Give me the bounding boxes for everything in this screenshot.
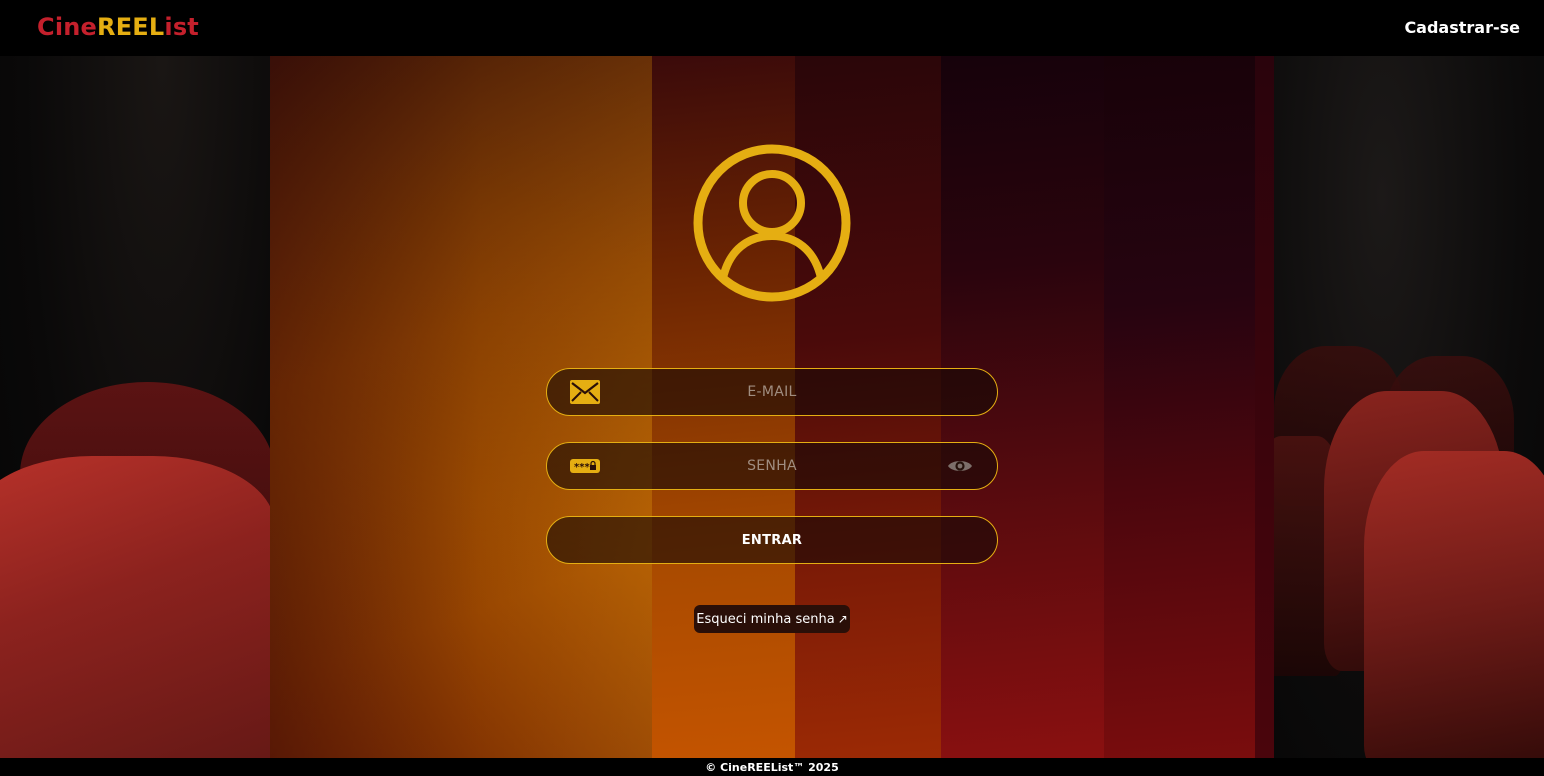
email-input[interactable]	[547, 369, 997, 415]
top-navbar: CineREEList Cadastrar-se	[0, 0, 1544, 56]
user-circle-icon	[693, 144, 851, 302]
footer: © CineREEList™ 2025	[0, 758, 1544, 776]
copyright-text: © CineREEList™ 2025	[705, 761, 839, 774]
logo-text-cine: Cine	[37, 13, 98, 41]
svg-text:***: ***	[574, 462, 590, 473]
signup-link[interactable]: Cadastrar-se	[1404, 18, 1520, 37]
seat-front-left	[0, 456, 275, 758]
logo-text-reel: REEL	[97, 13, 165, 41]
external-arrow-icon: ↗	[837, 612, 848, 626]
password-keys-icon: ***	[570, 459, 600, 473]
login-stage: *** ENTRAR Esqueci minha senha ↗	[0, 56, 1544, 758]
seat-row-front-right	[1364, 451, 1544, 758]
email-field-container	[546, 368, 998, 416]
theater-seats-right-background	[1254, 56, 1544, 758]
forgot-password-link[interactable]: Esqueci minha senha ↗	[694, 605, 850, 633]
eye-icon[interactable]	[947, 458, 973, 474]
site-logo[interactable]: CineREEList	[37, 13, 199, 41]
forgot-password-label: Esqueci minha senha	[696, 611, 835, 627]
curtain-band-6	[1255, 56, 1274, 758]
envelope-icon	[570, 380, 600, 404]
theater-seats-left-background	[0, 56, 275, 758]
login-button[interactable]: ENTRAR	[546, 516, 998, 564]
password-field-container: ***	[546, 442, 998, 490]
password-input[interactable]	[547, 443, 997, 489]
curtain-band-5	[1104, 56, 1255, 758]
logo-text-ist: ist	[164, 13, 199, 41]
